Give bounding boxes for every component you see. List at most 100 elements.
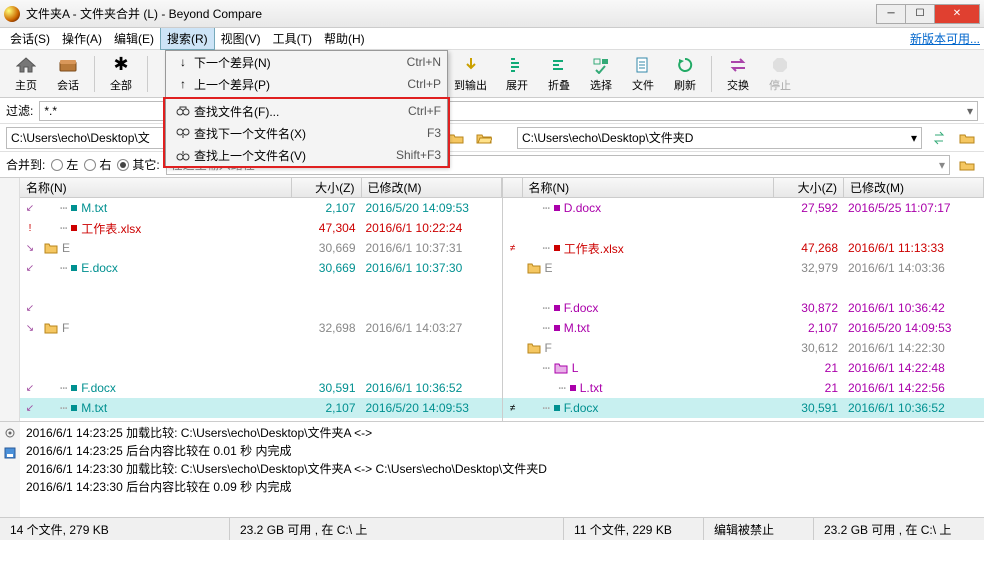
merge-right-radio[interactable]: 右 <box>84 156 111 173</box>
right-path-input[interactable]: C:\Users\echo\Desktop\文件夹D▾ <box>517 127 922 149</box>
col-name[interactable]: 名称(N) <box>523 178 775 197</box>
file-row[interactable]: !⋯工作表.xlsx47,3042016/6/1 10:22:24 <box>20 218 502 238</box>
menu-edit[interactable]: 编辑(E) <box>108 28 160 49</box>
dd-prev-diff[interactable]: ↑上一个差异(P)Ctrl+P <box>166 73 447 95</box>
search-dropdown: ↓下一个差异(N)Ctrl+N ↑上一个差异(P)Ctrl+P 查找文件名(F)… <box>165 50 448 167</box>
refresh-button[interactable]: 刷新 <box>665 52 705 96</box>
col-size[interactable]: 大小(Z) <box>292 178 362 197</box>
select-button[interactable]: 选择 <box>581 52 621 96</box>
file-row[interactable]: ↙⋯M.txt2,1072016/5/20 14:09:53 <box>20 398 502 418</box>
dd-find-file[interactable]: 查找文件名(F)...Ctrl+F <box>166 100 447 122</box>
menu-tools[interactable]: 工具(T) <box>267 28 318 49</box>
file-row[interactable] <box>503 278 984 298</box>
menu-help[interactable]: 帮助(H) <box>318 28 371 49</box>
left-pane: 名称(N) 大小(Z) 已修改(M) ↙⋯M.txt2,1072016/5/20… <box>20 178 503 421</box>
toolbar: 主页 会话 ✱全部 到输出 展开 折叠 选择 文件 刷新 交换 停止 <box>0 50 984 98</box>
log-pane: 2016/6/1 14:23:25 加载比较: C:\Users\echo\De… <box>0 422 984 518</box>
file-row[interactable]: ↙ <box>20 298 502 318</box>
file-row[interactable]: ⋯L212016/6/1 14:22:48 <box>503 358 984 378</box>
save-icon[interactable] <box>3 446 17 460</box>
col-name[interactable]: 名称(N) <box>20 178 292 197</box>
file-row[interactable]: ↘E30,6692016/6/1 10:37:31 <box>20 238 502 258</box>
all-button[interactable]: ✱全部 <box>101 52 141 96</box>
col-date[interactable]: 已修改(M) <box>362 178 502 197</box>
menu-search[interactable]: 搜索(R) <box>160 27 215 50</box>
menu-session[interactable]: 会话(S) <box>4 28 56 49</box>
close-button[interactable]: ✕ <box>934 4 980 24</box>
swap-button[interactable]: 交换 <box>718 52 758 96</box>
collapse-button[interactable]: 折叠 <box>539 52 579 96</box>
path-bar: C:\Users\echo\Desktop\文▾ C:\Users\echo\D… <box>0 124 984 152</box>
dd-find-next[interactable]: 查找下一个文件名(X)F3 <box>166 122 447 144</box>
log-line: 2016/6/1 14:23:25 后台内容比较在 0.01 秒 内完成 <box>26 442 978 460</box>
tooutput-button[interactable]: 到输出 <box>446 52 495 96</box>
home-button[interactable]: 主页 <box>6 52 46 96</box>
status-right-count: 11 个文件, 229 KB <box>564 518 704 540</box>
maximize-button[interactable]: ☐ <box>905 4 935 24</box>
status-left-disk: 23.2 GB 可用 , 在 C:\ 上 <box>230 518 564 540</box>
left-gutter <box>0 178 20 421</box>
col-gutter <box>503 178 523 197</box>
file-row[interactable]: F30,6122016/6/1 14:22:30 <box>503 338 984 358</box>
new-version-link[interactable]: 新版本可用... <box>910 30 980 47</box>
minimize-button[interactable]: ─ <box>876 4 906 24</box>
status-edit-lock: 编辑被禁止 <box>704 518 814 540</box>
merge-browse-button[interactable] <box>956 154 978 176</box>
chevron-down-icon: ▾ <box>967 104 973 118</box>
dd-separator <box>170 97 443 98</box>
chevron-down-icon: ▾ <box>911 131 917 145</box>
dd-next-diff[interactable]: ↓下一个差异(N)Ctrl+N <box>166 51 447 73</box>
left-browse-button[interactable] <box>445 127 467 149</box>
file-row[interactable]: ↘F32,6982016/6/1 14:03:27 <box>20 318 502 338</box>
binoculars-up-icon <box>172 149 194 161</box>
right-browse-button[interactable] <box>956 127 978 149</box>
merge-bar: 合并到: 左 右 其它: 在这里输入路径▾ <box>0 152 984 178</box>
stop-button: 停止 <box>760 52 800 96</box>
session-button[interactable]: 会话 <box>48 52 88 96</box>
file-row[interactable]: ⋯L.txt212016/6/1 14:22:56 <box>503 378 984 398</box>
right-pane: 名称(N) 大小(Z) 已修改(M) ⋯D.docx27,5922016/5/2… <box>503 178 984 421</box>
window-title: 文件夹A - 文件夹合并 (L) - Beyond Compare <box>26 5 877 22</box>
file-row[interactable]: ≠⋯工作表.xlsx47,2682016/6/1 11:13:33 <box>503 238 984 258</box>
menu-action[interactable]: 操作(A) <box>56 28 108 49</box>
file-row[interactable]: ≠⋯F.docx30,5912016/6/1 10:36:52 <box>503 398 984 418</box>
file-row[interactable]: ↙⋯M.txt2,1072016/5/20 14:09:53 <box>20 198 502 218</box>
file-row[interactable] <box>20 338 502 358</box>
left-open-button[interactable] <box>473 127 495 149</box>
filter-bar: 过滤: *.*▾ <box>0 98 984 124</box>
status-right-disk: 23.2 GB 可用 , 在 C:\ 上 <box>814 518 984 540</box>
files-button[interactable]: 文件 <box>623 52 663 96</box>
right-history-button[interactable] <box>928 127 950 149</box>
titlebar: 文件夹A - 文件夹合并 (L) - Beyond Compare ─ ☐ ✕ <box>0 0 984 28</box>
compare-panes: 名称(N) 大小(Z) 已修改(M) ↙⋯M.txt2,1072016/5/20… <box>0 178 984 422</box>
binoculars-down-icon <box>172 127 194 139</box>
chevron-down-icon: ▾ <box>939 158 945 172</box>
file-row[interactable]: ↙⋯E.docx30,6692016/6/1 10:37:30 <box>20 258 502 278</box>
merge-left-radio[interactable]: 左 <box>51 156 78 173</box>
file-row[interactable]: E32,9792016/6/1 14:03:36 <box>503 258 984 278</box>
statusbar: 14 个文件, 279 KB 23.2 GB 可用 , 在 C:\ 上 11 个… <box>0 518 984 540</box>
file-row[interactable]: ⋯F.docx30,8722016/6/1 10:36:42 <box>503 298 984 318</box>
file-row[interactable]: ↙⋯F.docx30,5912016/6/1 10:36:52 <box>20 378 502 398</box>
arrow-up-icon: ↑ <box>172 77 194 91</box>
status-left-count: 14 个文件, 279 KB <box>0 518 230 540</box>
binoculars-icon <box>172 105 194 117</box>
app-icon <box>4 6 20 22</box>
file-row[interactable] <box>20 278 502 298</box>
menu-view[interactable]: 视图(V) <box>215 28 267 49</box>
file-row[interactable] <box>503 218 984 238</box>
dd-find-prev[interactable]: 查找上一个文件名(V)Shift+F3 <box>166 144 447 166</box>
merge-other-radio[interactable]: 其它: <box>117 156 159 173</box>
file-row[interactable]: ⋯M.txt2,1072016/5/20 14:09:53 <box>503 318 984 338</box>
col-size[interactable]: 大小(Z) <box>774 178 844 197</box>
log-line: 2016/6/1 14:23:25 加载比较: C:\Users\echo\De… <box>26 424 978 442</box>
file-row[interactable]: ⋯D.docx27,5922016/5/25 11:07:17 <box>503 198 984 218</box>
arrow-down-icon: ↓ <box>172 55 194 69</box>
log-line: 2016/6/1 14:23:30 后台内容比较在 0.09 秒 内完成 <box>26 478 978 496</box>
gear-icon[interactable] <box>3 426 17 440</box>
log-line: 2016/6/1 14:23:30 加载比较: C:\Users\echo\De… <box>26 460 978 478</box>
menubar: 会话(S) 操作(A) 编辑(E) 搜索(R) 视图(V) 工具(T) 帮助(H… <box>0 28 984 50</box>
expand-button[interactable]: 展开 <box>497 52 537 96</box>
file-row[interactable] <box>20 358 502 378</box>
col-date[interactable]: 已修改(M) <box>844 178 984 197</box>
